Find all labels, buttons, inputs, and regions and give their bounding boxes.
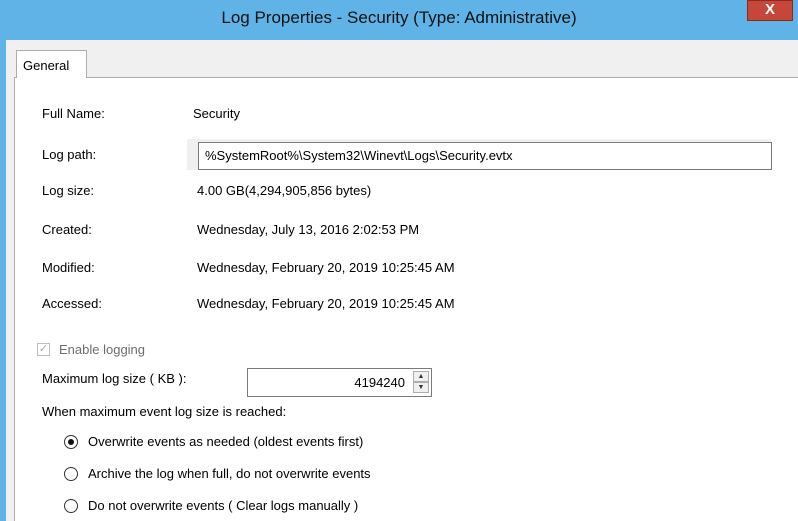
max-log-size-label: Maximum log size ( KB ): <box>42 371 187 386</box>
title-bar[interactable]: Log Properties - Security (Type: Adminis… <box>0 0 798 40</box>
stepper-down-icon[interactable]: ▼ <box>413 382 429 393</box>
created-label: Created: <box>42 222 92 237</box>
archive-log-label: Archive the log when full, do not overwr… <box>88 466 371 481</box>
archive-log-radio[interactable] <box>64 467 78 481</box>
do-not-overwrite-label: Do not overwrite events ( Clear logs man… <box>88 498 359 513</box>
log-size-value: 4.00 GB(4,294,905,856 bytes) <box>197 183 372 198</box>
modified-value: Wednesday, February 20, 2019 10:25:45 AM <box>197 260 455 275</box>
overwrite-events-label: Overwrite events as needed (oldest event… <box>88 434 364 449</box>
when-reached-label: When maximum event log size is reached: <box>42 404 287 419</box>
window-title: Log Properties - Security (Type: Adminis… <box>221 8 577 27</box>
full-name-label: Full Name: <box>42 106 105 121</box>
enable-logging-checkbox[interactable]: ✓ <box>37 343 50 356</box>
accessed-value: Wednesday, February 20, 2019 10:25:45 AM <box>197 296 455 311</box>
accessed-label: Accessed: <box>42 296 102 311</box>
max-log-size-stepper[interactable]: 4194240 ▲ ▼ <box>247 368 432 397</box>
dialog-body: General Full Name: Security Log path: %S… <box>6 40 798 521</box>
log-size-label: Log size: <box>42 183 95 198</box>
max-log-size-value: 4194240 <box>354 375 405 390</box>
tab-general[interactable]: General <box>16 50 87 78</box>
modified-label: Modified: <box>42 260 95 275</box>
created-value: Wednesday, July 13, 2016 2:02:53 PM <box>197 222 420 237</box>
log-path-field[interactable]: %SystemRoot%\System32\Winevt\Logs\Securi… <box>198 142 772 170</box>
enable-logging-label: Enable logging <box>59 342 146 357</box>
close-button[interactable]: X <box>747 0 793 21</box>
full-name-value: Security <box>193 106 240 121</box>
overwrite-events-radio[interactable] <box>64 435 78 449</box>
stepper-up-icon[interactable]: ▲ <box>413 371 429 382</box>
stepper-buttons: ▲ ▼ <box>413 371 429 394</box>
general-panel: Full Name: Security Log path: %SystemRoo… <box>14 77 798 521</box>
log-path-label: Log path: <box>42 147 97 162</box>
do-not-overwrite-radio[interactable] <box>64 499 78 513</box>
log-properties-window: Log Properties - Security (Type: Adminis… <box>0 0 798 521</box>
